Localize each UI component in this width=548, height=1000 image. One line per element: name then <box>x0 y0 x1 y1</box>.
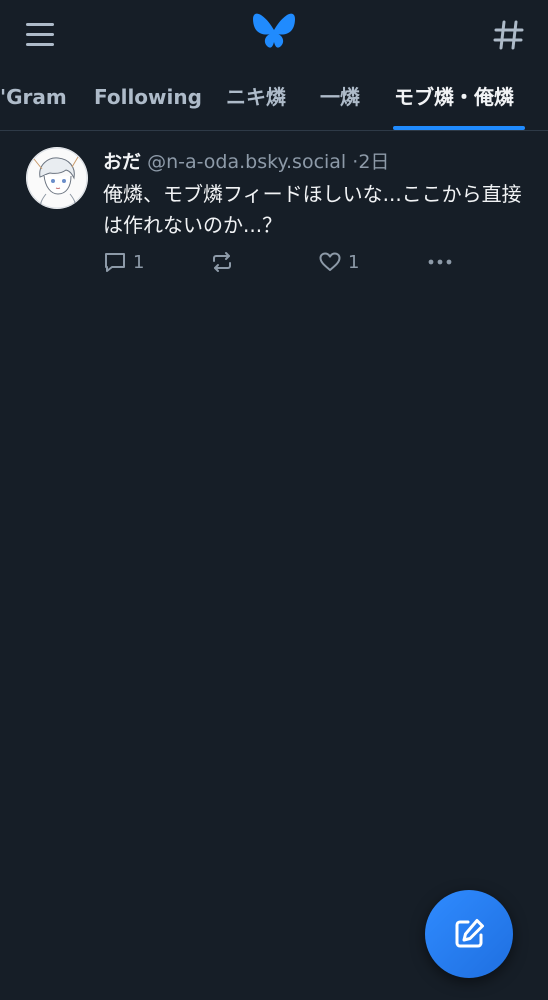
like-button[interactable]: 1 <box>318 249 359 275</box>
hashtag-feeds-button[interactable] <box>490 16 528 54</box>
reply-icon <box>105 253 125 272</box>
repost-button[interactable] <box>210 249 240 275</box>
post-item[interactable]: おだ @n-a-oda.bsky.social ·2日 俺燐、モブ燐フィードほし… <box>0 131 548 291</box>
menu-icon-line <box>26 23 54 26</box>
top-bar <box>0 0 548 70</box>
tab-following[interactable]: Following <box>94 72 202 130</box>
author-display-name[interactable]: おだ <box>103 151 141 173</box>
menu-icon-line <box>26 43 54 46</box>
menu-button[interactable] <box>24 20 58 50</box>
post-timestamp[interactable]: 2日 <box>358 151 389 173</box>
menu-icon-line <box>26 33 54 36</box>
reply-button[interactable]: 1 <box>103 249 144 275</box>
tab-ichi-rin[interactable]: 一燐 <box>320 72 360 130</box>
compose-post-button[interactable] <box>425 890 513 978</box>
reply-count: 1 <box>133 251 145 273</box>
avatar[interactable] <box>26 147 88 209</box>
feed-tab-bar: 'Gram Following ニキ燐 一燐 モブ燐・俺燐 <box>0 72 548 131</box>
tab-mob-rin-ore-rin[interactable]: モブ燐・俺燐 <box>394 72 514 130</box>
post-text: 俺燐、モブ燐フィードほしいな...ここから直接は作れないのか...？ <box>103 182 522 237</box>
tab-gram[interactable]: 'Gram <box>0 72 67 130</box>
butterfly-logo-icon[interactable] <box>251 12 297 54</box>
author-handle[interactable]: @n-a-oda.bsky.social <box>147 151 346 173</box>
active-tab-indicator <box>393 126 525 130</box>
more-options-button[interactable] <box>426 249 454 275</box>
post-actions: 1 1 <box>103 249 523 275</box>
repost-icon <box>213 252 231 272</box>
compose-pencil-icon <box>455 919 484 948</box>
hashtag-icon <box>493 20 524 50</box>
heart-icon <box>319 252 341 271</box>
post-header: おだ @n-a-oda.bsky.social ·2日 <box>103 149 389 175</box>
more-dots-icon <box>428 259 452 265</box>
tab-niki-rin[interactable]: ニキ燐 <box>226 72 286 130</box>
like-count: 1 <box>348 251 360 273</box>
